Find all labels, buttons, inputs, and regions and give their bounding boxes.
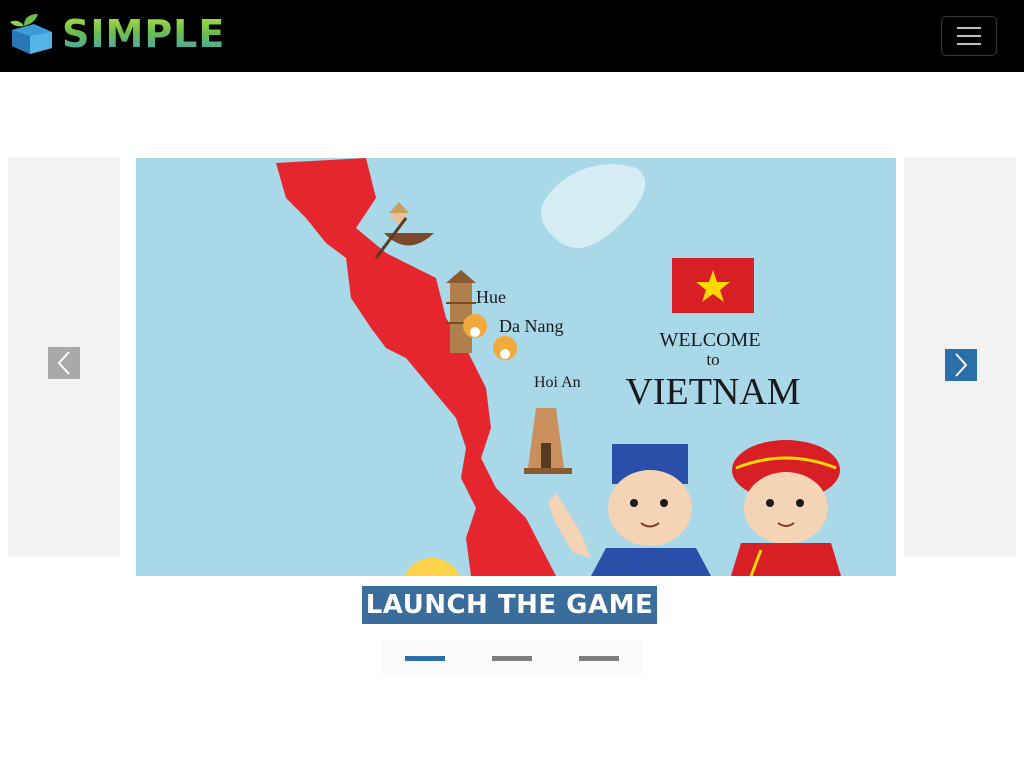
welcome-to-text: to [706, 350, 719, 369]
carousel-prev-button[interactable] [48, 347, 80, 379]
carousel-indicator-2[interactable] [491, 655, 532, 661]
hamburger-icon [957, 27, 981, 29]
logo-text: SIMPLE [62, 12, 226, 56]
vietnam-map-illustration: Hue Da Nang Hoi An WELCOME to VIETNAM [136, 158, 896, 576]
chevron-left-icon [57, 351, 70, 375]
map-label-hoi-an: Hoi An [534, 374, 581, 391]
logo-mark-icon [10, 14, 52, 54]
brand-logo[interactable]: SIMPLE [8, 12, 225, 56]
pagoda-figure [446, 270, 476, 353]
carousel-indicator-3[interactable] [578, 655, 619, 661]
map-label-hue: Hue [476, 287, 506, 307]
welcome-text: WELCOME [659, 329, 760, 351]
vietnam-title: VIETNAM [625, 371, 800, 413]
vietnam-flag [672, 258, 754, 313]
launch-game-button[interactable]: LAUNCH THE GAME [362, 586, 657, 624]
carousel-indicator-1[interactable] [405, 655, 446, 661]
carousel-indicators [382, 640, 642, 676]
girl-figure [731, 440, 841, 576]
map-label-da-nang: Da Nang [499, 316, 563, 336]
chevron-right-icon [955, 353, 968, 377]
carousel-next-button[interactable] [945, 349, 977, 381]
menu-toggle-button[interactable] [941, 16, 997, 56]
carousel-slide[interactable]: Hue Da Nang Hoi An WELCOME to VIETNAM [136, 158, 896, 576]
navbar: SIMPLE [0, 0, 1024, 72]
